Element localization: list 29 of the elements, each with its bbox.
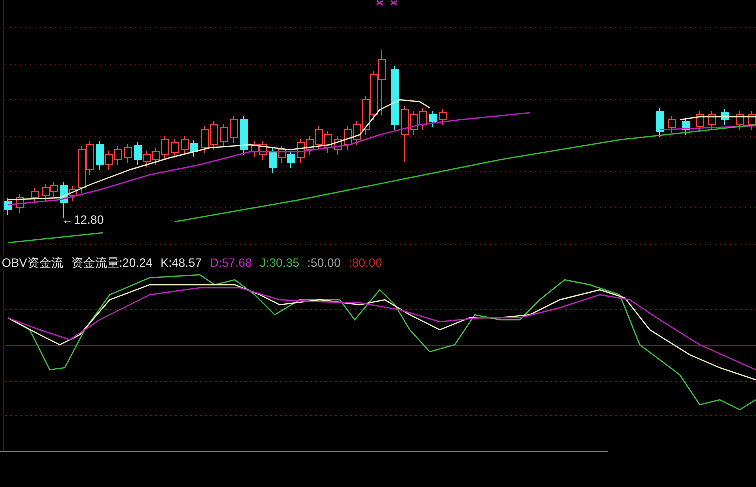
candlestick: [16, 194, 24, 214]
indicator-value: J:30.35: [260, 255, 300, 271]
candlestick: [656, 108, 664, 138]
candlestick: [171, 138, 179, 158]
candlestick: [736, 110, 744, 130]
candlestick: [668, 116, 676, 134]
indicator-value: 资金流量:20.24: [71, 255, 153, 271]
candlestick: [230, 116, 238, 144]
indicator-value: D:57.68: [210, 255, 252, 271]
signal-mark-icon: [376, 0, 398, 6]
candlestick: [682, 118, 690, 136]
candlestick: [429, 110, 437, 128]
candlestick: [124, 144, 132, 164]
price-label: ←12.80: [62, 213, 104, 227]
candlestick: [696, 110, 704, 132]
candlestick: [31, 188, 39, 204]
candlestick: [391, 66, 399, 130]
indicator-name: OBV资金流: [2, 255, 64, 271]
candlestick: [220, 124, 228, 148]
candlestick: [708, 110, 716, 130]
indicator-value: :50.00: [308, 255, 341, 271]
candlestick: [4, 198, 12, 216]
indicator-value: K:48.57: [160, 255, 202, 271]
candlestick: [721, 108, 729, 126]
candlestick: [240, 116, 248, 156]
candlestick: [439, 108, 447, 126]
candlestick: [748, 110, 756, 130]
candlestick: [334, 136, 342, 156]
indicator-value: :80.00: [348, 255, 382, 271]
